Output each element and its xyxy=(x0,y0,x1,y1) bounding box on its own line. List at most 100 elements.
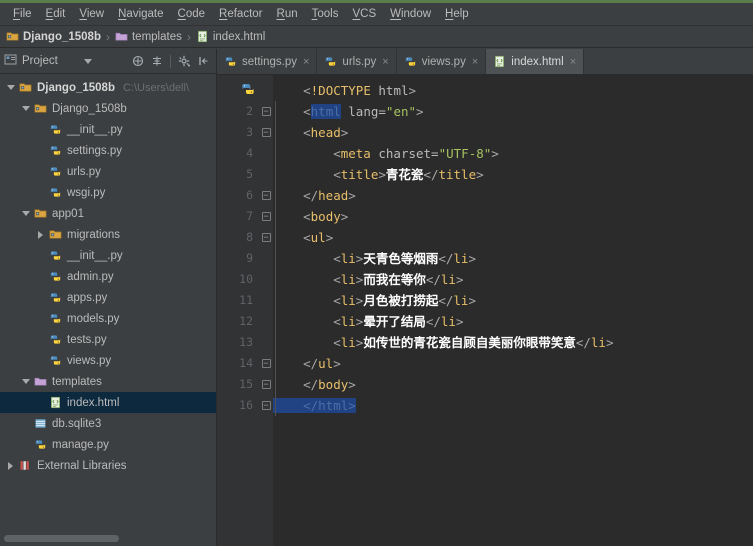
chevron-down-icon[interactable] xyxy=(19,106,32,111)
python-run-icon[interactable] xyxy=(241,82,255,101)
code-line[interactable]: <title>青花瓷</title> xyxy=(273,164,753,185)
close-icon[interactable]: × xyxy=(382,56,388,68)
html-file-icon xyxy=(493,55,506,68)
code-line[interactable]: <ul> xyxy=(273,227,753,248)
code-fold-toggle[interactable]: − xyxy=(259,227,273,248)
menu-item-window[interactable]: Window xyxy=(383,6,438,22)
breadcrumb-item-templates[interactable]: templates xyxy=(115,30,182,43)
tree-item---init---py[interactable]: __init__.py xyxy=(0,245,216,266)
tree-item-django-1508b[interactable]: Django_1508b xyxy=(0,98,216,119)
tree-item-external-libraries[interactable]: External Libraries xyxy=(0,455,216,476)
project-tree[interactable]: Django_1508b C:\Users\dell\ Django_1508b __… xyxy=(0,74,216,531)
menu-item-refactor[interactable]: Refactor xyxy=(212,6,269,22)
tree-item-app01[interactable]: app01 xyxy=(0,203,216,224)
code-line[interactable]: <body> xyxy=(273,206,753,227)
menu-item-file[interactable]: File xyxy=(6,6,39,22)
close-icon[interactable]: × xyxy=(570,56,576,68)
tree-item-apps-py[interactable]: apps.py xyxy=(0,287,216,308)
tree-item---init---py[interactable]: __init__.py xyxy=(0,119,216,140)
code-line[interactable]: <meta charset="UTF-8"> xyxy=(273,143,753,164)
code-fold-toggle[interactable]: − xyxy=(259,206,273,227)
code-fold-toggle[interactable]: − xyxy=(259,101,273,122)
chevron-down-icon[interactable] xyxy=(19,211,32,216)
code-fold-toggle[interactable]: − xyxy=(259,185,273,206)
project-panel-title[interactable]: Project xyxy=(4,53,92,69)
code-line[interactable]: </ul> xyxy=(273,353,753,374)
line-number: 14 xyxy=(239,356,253,370)
collapse-all-button[interactable] xyxy=(129,53,146,70)
chevron-right-icon[interactable] xyxy=(4,461,17,470)
tree-item-models-py[interactable]: models.py xyxy=(0,308,216,329)
code-token-attr: charset= xyxy=(378,146,439,161)
hide-panel-button[interactable] xyxy=(195,53,212,70)
menu-item-edit[interactable]: Edit xyxy=(39,6,73,22)
code-token-val: "UTF-8" xyxy=(438,146,492,161)
expand-all-button[interactable] xyxy=(148,53,165,70)
tree-item-templates[interactable]: templates xyxy=(0,371,216,392)
tree-item-label: db.sqlite3 xyxy=(52,417,102,430)
menu-item-navigate[interactable]: Navigate xyxy=(111,6,170,22)
code-line[interactable]: <li>月色被打捞起</li> xyxy=(273,290,753,311)
menu-item-view[interactable]: View xyxy=(72,6,111,22)
editor-tab-urls-py[interactable]: urls.py × xyxy=(317,49,397,74)
tree-item-views-py[interactable]: views.py xyxy=(0,350,216,371)
code-text[interactable]: <!DOCTYPE html> <html lang="en"> <head> … xyxy=(273,75,753,546)
code-token-txt: 天青色等烟雨 xyxy=(363,251,439,266)
code-line[interactable]: <head> xyxy=(273,122,753,143)
code-token-punc: > xyxy=(476,167,484,182)
code-line[interactable]: <li>如传世的青花瓷自顾自美丽你眼带笑意</li> xyxy=(273,332,753,353)
module-folder-icon xyxy=(32,207,49,220)
tree-item-django-1508b[interactable]: Django_1508b C:\Users\dell\ xyxy=(0,77,216,98)
tree-item-settings-py[interactable]: settings.py xyxy=(0,140,216,161)
chevron-down-icon[interactable] xyxy=(4,85,17,90)
menu-item-run[interactable]: Run xyxy=(270,6,305,22)
chevron-right-icon[interactable] xyxy=(34,230,47,239)
chevron-down-icon[interactable] xyxy=(83,55,92,67)
breadcrumb-item-index-html[interactable]: index.html xyxy=(196,30,265,43)
chevron-down-icon[interactable] xyxy=(19,379,32,384)
tree-item-index-html[interactable]: index.html xyxy=(0,392,216,413)
close-icon[interactable]: × xyxy=(472,56,478,68)
menu-item-help[interactable]: Help xyxy=(438,6,476,22)
tree-item-urls-py[interactable]: urls.py xyxy=(0,161,216,182)
tree-item-migrations[interactable]: migrations xyxy=(0,224,216,245)
tree-item-db-sqlite3[interactable]: db.sqlite3 xyxy=(0,413,216,434)
editor-tab-settings-py[interactable]: settings.py × xyxy=(217,49,318,74)
code-folding-column[interactable]: − − − − − − − − xyxy=(259,75,273,546)
code-line[interactable]: <li>而我在等你</li> xyxy=(273,269,753,290)
code-token-punc: < xyxy=(273,104,311,119)
sidebar-horizontal-scrollbar[interactable] xyxy=(4,535,119,542)
tree-item-manage-py[interactable]: manage.py xyxy=(0,434,216,455)
code-line[interactable]: <!DOCTYPE html> xyxy=(273,80,753,101)
editor-tab-index-html[interactable]: index.html × xyxy=(486,49,585,74)
code-line[interactable]: <li>天青色等烟雨</li> xyxy=(273,248,753,269)
code-editor[interactable]: 12345678910111213141516 −−−−−−−− <!DOCTY… xyxy=(217,75,753,546)
tree-item-tests-py[interactable]: tests.py xyxy=(0,329,216,350)
code-line[interactable]: </head> xyxy=(273,185,753,206)
tree-item-admin-py[interactable]: admin.py xyxy=(0,266,216,287)
menu-item-tools[interactable]: Tools xyxy=(305,6,346,22)
code-fold-toggle[interactable]: − xyxy=(259,395,273,416)
code-line[interactable]: </html> xyxy=(273,395,753,416)
code-token-txt: 如传世的青花瓷自顾自美丽你眼带笑意 xyxy=(363,335,576,350)
minus-icon: − xyxy=(261,379,271,389)
sidebar-vertical-scrollbar[interactable] xyxy=(206,74,216,531)
editor-tab-views-py[interactable]: views.py × xyxy=(397,49,487,74)
close-icon[interactable]: × xyxy=(303,56,309,68)
menu-item-code[interactable]: Code xyxy=(171,6,213,22)
settings-gear-button[interactable] xyxy=(176,53,193,70)
code-line[interactable]: <html lang="en"> xyxy=(273,101,753,122)
code-line[interactable]: <li>晕开了结局</li> xyxy=(273,311,753,332)
breadcrumb-item-django-1508b[interactable]: Django_1508b xyxy=(6,30,101,43)
editor-vertical-scrollbar[interactable] xyxy=(741,75,753,546)
code-fold-toggle[interactable]: − xyxy=(259,374,273,395)
folder-icon xyxy=(32,375,49,388)
menu-item-vcs[interactable]: VCS xyxy=(345,6,383,22)
code-token-tag: li xyxy=(340,272,356,287)
code-fold-toggle[interactable]: − xyxy=(259,353,273,374)
code-line[interactable]: </body> xyxy=(273,374,753,395)
code-fold-toggle[interactable]: − xyxy=(259,122,273,143)
code-token-punc: < xyxy=(273,146,341,161)
tree-item-wsgi-py[interactable]: wsgi.py xyxy=(0,182,216,203)
